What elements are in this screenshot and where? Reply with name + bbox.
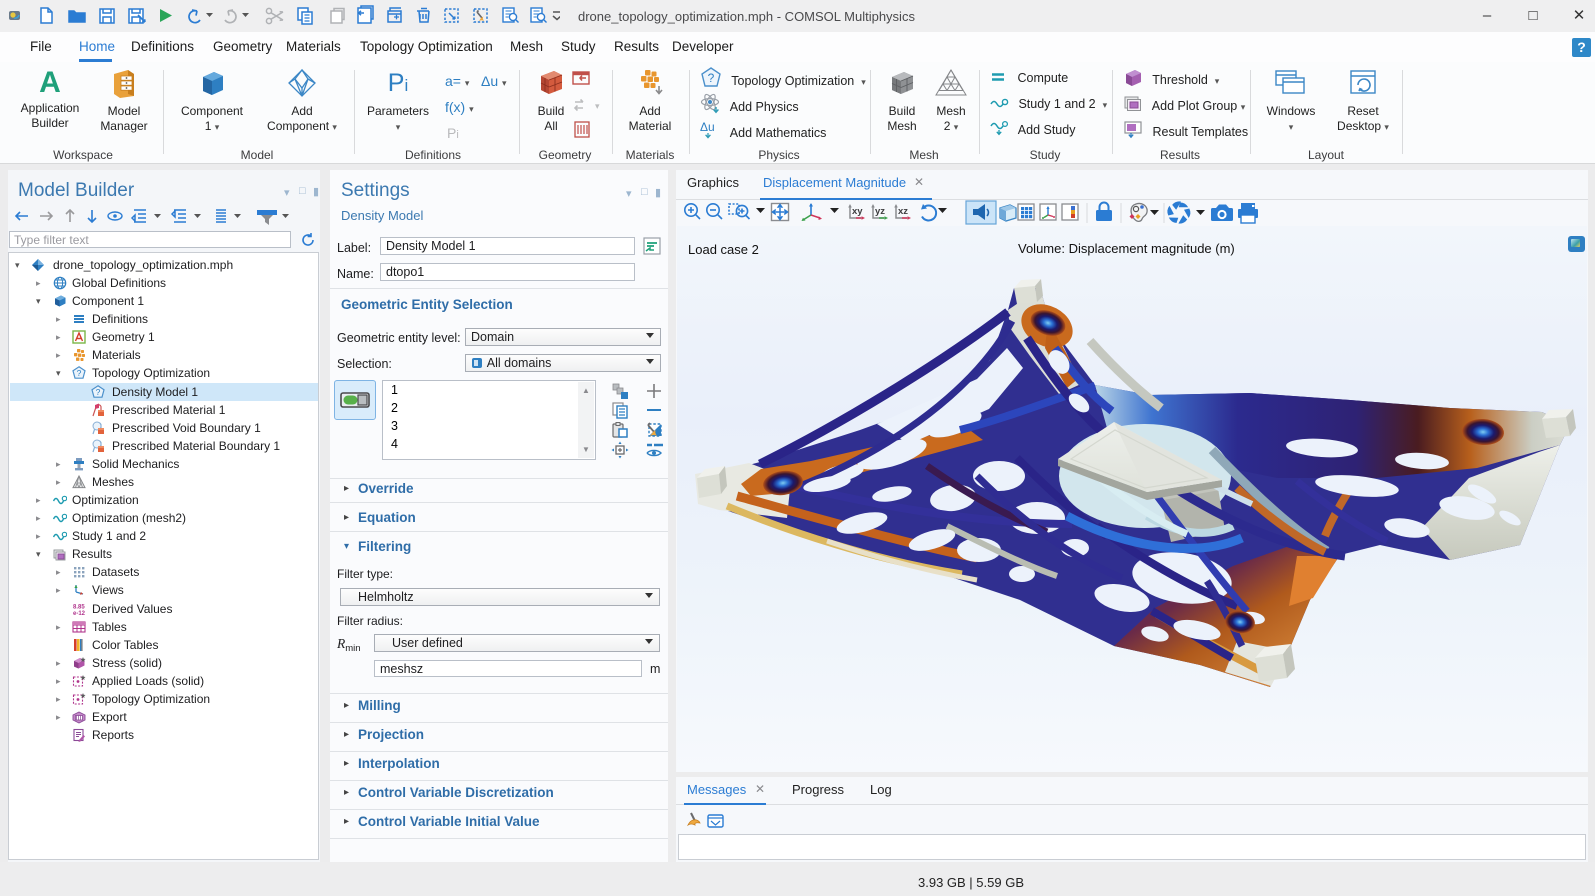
svg-text:?: ? xyxy=(96,387,101,397)
svg-text:e-12: e-12 xyxy=(73,611,86,616)
svg-text:8.85: 8.85 xyxy=(73,605,85,611)
svg-text:?: ? xyxy=(77,368,82,378)
svg-text:Δu: Δu xyxy=(700,120,715,134)
svg-text:xz: xz xyxy=(898,206,908,217)
svg-text:xy: xy xyxy=(852,206,863,217)
svg-text:?: ? xyxy=(708,71,715,85)
svg-text:yz: yz xyxy=(875,206,885,217)
